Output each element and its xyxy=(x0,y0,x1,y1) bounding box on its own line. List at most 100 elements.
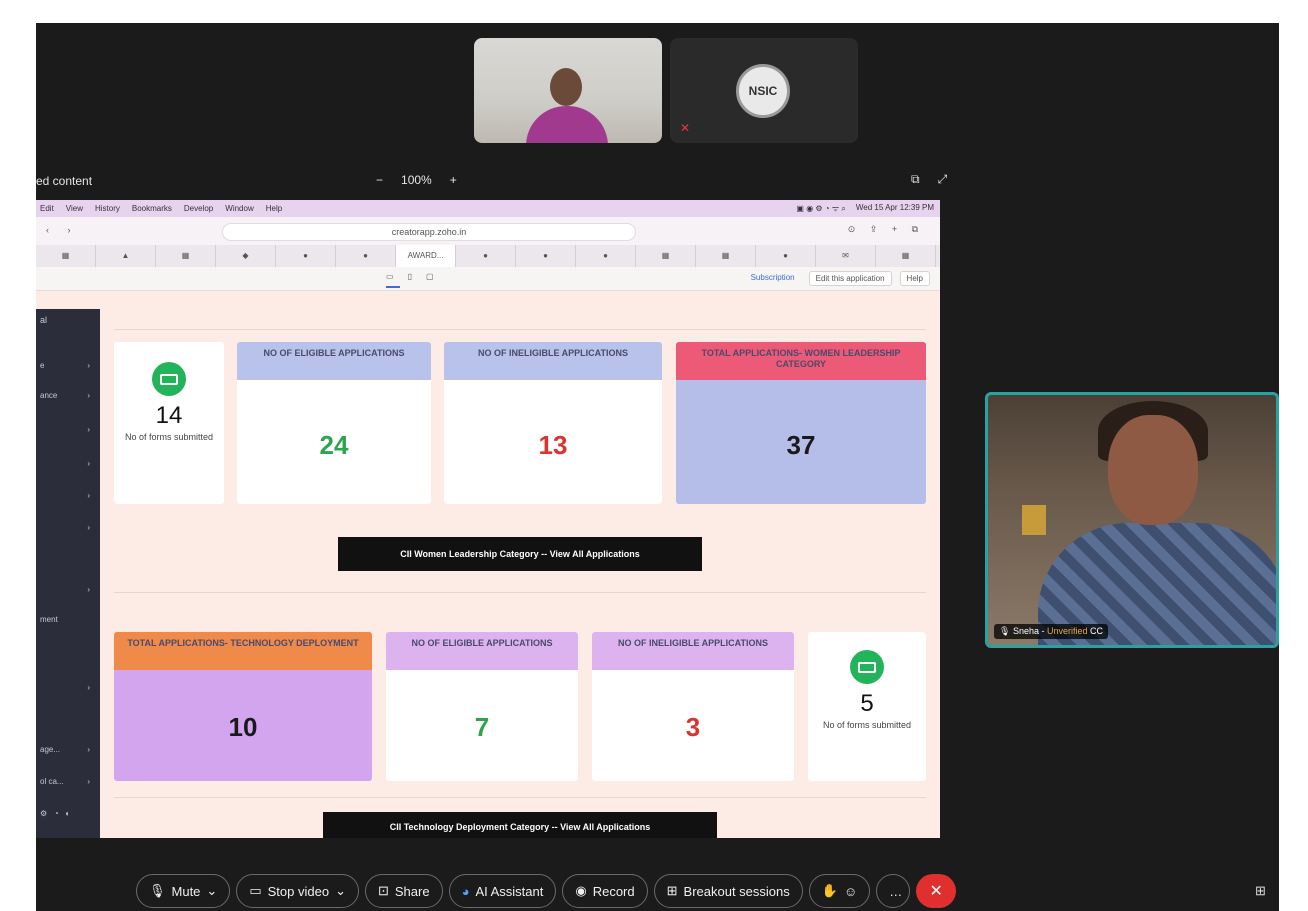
section-divider xyxy=(114,592,926,593)
eligible-applications-value: 24 xyxy=(319,430,349,460)
breakout-label: Breakout sessions xyxy=(683,883,790,899)
record-button[interactable]: ◉ Record xyxy=(562,874,648,908)
sidebar-item[interactable]: ol ca... › xyxy=(36,777,100,797)
browser-tab[interactable]: ● xyxy=(756,245,816,267)
record-label: Record xyxy=(592,883,635,899)
layout-grid-icon[interactable]: ⊞ xyxy=(1255,883,1266,899)
tech-eligible-card: NO OF ELIGIBLE APPLICATIONS 7 xyxy=(386,632,578,781)
share-button[interactable]: ⊡ Share xyxy=(364,874,443,908)
tech-ineligible-title: NO OF INELIGIBLE APPLICATIONS xyxy=(592,632,794,670)
zoom-in-button[interactable]: + xyxy=(450,173,457,187)
menu-develop[interactable]: Develop xyxy=(184,204,213,213)
participant-logo-tile[interactable]: NSIC ✕ xyxy=(670,38,858,143)
menu-window[interactable]: Window xyxy=(225,204,253,213)
mobile-icon[interactable]: ▢ xyxy=(426,272,434,281)
video-camera-icon: ▭ xyxy=(249,883,262,898)
browser-tab[interactable]: ▦ xyxy=(156,245,216,267)
browser-actions-icon[interactable]: ⊙ ⇪ + ⧉ xyxy=(848,224,924,235)
browser-tab-active[interactable]: AWARD... xyxy=(396,245,456,267)
tablet-icon[interactable]: ▯ xyxy=(408,272,412,281)
shared-content-title: ed content xyxy=(36,174,93,188)
chevron-down-icon[interactable]: ⌄ xyxy=(206,883,217,899)
stop-video-button[interactable]: ▭ Stop video ⌄ xyxy=(236,874,359,908)
more-options-button[interactable]: … xyxy=(876,874,911,908)
share-label: Share xyxy=(394,883,430,899)
browser-tab[interactable]: ● xyxy=(276,245,336,267)
sidebar-item[interactable]: ance › xyxy=(36,391,100,411)
speaker-video-tile[interactable]: 🎙 Sneha - Unverified CC xyxy=(985,392,1279,648)
ineligible-applications-value: 13 xyxy=(538,430,568,460)
browser-toolbar: ‹ › creatorapp.zoho.in ⊙ ⇪ + ⧉ xyxy=(36,217,940,245)
sidebar-item[interactable]: ment xyxy=(36,615,100,635)
breakout-grid-icon: ⊞ xyxy=(666,883,678,898)
reactions-button[interactable]: ✋ ☺ xyxy=(808,874,871,908)
help-button[interactable]: Help xyxy=(899,271,930,286)
pop-out-icon[interactable]: ⧉ xyxy=(911,172,920,187)
background-object xyxy=(1022,505,1046,535)
status-icons: ▣ ◉ ⚙ ◔ ᯤ ⌕ xyxy=(796,204,846,213)
chevron-down-icon[interactable]: ⌄ xyxy=(335,883,346,899)
desktop-icon[interactable]: ▭ xyxy=(386,272,394,281)
browser-tab[interactable]: ✉ xyxy=(816,245,876,267)
ticket-icon xyxy=(850,650,884,684)
browser-tab[interactable]: ● xyxy=(516,245,576,267)
browser-tab[interactable]: ● xyxy=(456,245,516,267)
ai-assistant-button[interactable]: ◕ AI Assistant xyxy=(448,874,557,908)
participant-video-tile[interactable] xyxy=(474,38,662,143)
zoom-level: 100% xyxy=(401,173,432,187)
participant-head xyxy=(550,68,582,106)
women-view-all-button[interactable]: CII Women Leadership Category -- View Al… xyxy=(338,537,702,571)
browser-tab[interactable]: ◆ xyxy=(216,245,276,267)
tech-total-card: TOTAL APPLICATIONS- TECHNOLOGY DEPLOYMEN… xyxy=(114,632,372,781)
sidebar-item[interactable]: › xyxy=(36,523,100,543)
menu-history[interactable]: History xyxy=(95,204,120,213)
sidebar-item[interactable]: › xyxy=(36,585,100,605)
browser-tab[interactable]: ▦ xyxy=(636,245,696,267)
app-header: ▭ ▯ ▢ Subscription Edit this application… xyxy=(36,267,940,291)
mic-icon: 🎙 xyxy=(999,626,1011,636)
edit-application-button[interactable]: Edit this application xyxy=(808,271,892,286)
sidebar-item[interactable]: › xyxy=(36,459,100,479)
fullscreen-icon[interactable]: ⤢ xyxy=(938,172,948,187)
tech-eligible-value: 7 xyxy=(474,712,490,742)
menu-view[interactable]: View xyxy=(66,204,83,213)
subscription-link[interactable]: Subscription xyxy=(745,271,801,286)
sidebar-item[interactable]: age... › xyxy=(36,745,100,765)
sidebar-footer-icons[interactable]: ⚙ ◔ ◐ xyxy=(36,809,100,829)
browser-tab[interactable]: ▦ xyxy=(876,245,936,267)
more-icon: … xyxy=(889,883,903,899)
tech-forms-submitted-card: 5 No of forms submitted xyxy=(808,632,926,781)
forms-submitted-card: 14 No of forms submitted xyxy=(114,342,224,504)
address-bar[interactable]: creatorapp.zoho.in xyxy=(222,223,636,241)
speaker-face xyxy=(1108,415,1198,525)
breakout-sessions-button[interactable]: ⊞ Breakout sessions xyxy=(653,874,803,908)
browser-tab[interactable]: ▦ xyxy=(36,245,96,267)
zoom-out-button[interactable]: − xyxy=(376,173,383,187)
mute-button[interactable]: 🎙 Mute ⌄ xyxy=(136,874,231,908)
sidebar-item[interactable]: › xyxy=(36,683,100,703)
ineligible-applications-title: NO OF INELIGIBLE APPLICATIONS xyxy=(444,342,662,380)
menu-bookmarks[interactable]: Bookmarks xyxy=(132,204,172,213)
back-forward-icon[interactable]: ‹ › xyxy=(46,225,79,235)
sidebar-item[interactable]: › xyxy=(36,425,100,445)
menu-help[interactable]: Help xyxy=(266,204,282,213)
eligible-applications-title: NO OF ELIGIBLE APPLICATIONS xyxy=(237,342,431,380)
mac-menu-bar: Edit View History Bookmarks Develop Wind… xyxy=(36,200,940,217)
tech-view-all-button[interactable]: CII Technology Deployment Category -- Vi… xyxy=(323,812,717,838)
sidebar-item[interactable]: › xyxy=(36,491,100,511)
microphone-icon: 🎙 xyxy=(149,883,166,898)
speaker-name: Sneha xyxy=(1012,626,1039,636)
browser-tab[interactable]: ● xyxy=(336,245,396,267)
menu-edit[interactable]: Edit xyxy=(40,204,54,213)
section-divider xyxy=(114,329,926,330)
browser-tab[interactable]: ● xyxy=(576,245,636,267)
share-screen-icon: ⊡ xyxy=(377,883,389,898)
browser-tab[interactable]: ▦ xyxy=(696,245,756,267)
end-meeting-button[interactable]: ✕ xyxy=(916,874,957,908)
shared-content-bar: ed content − 100% + ⧉ ⤢ xyxy=(36,170,966,192)
mute-label: Mute xyxy=(171,883,201,899)
tech-forms-submitted-value: 5 xyxy=(860,690,874,717)
sidebar-item[interactable]: e › xyxy=(36,361,100,381)
browser-tab[interactable]: ▲ xyxy=(96,245,156,267)
zoom-controls: − 100% + xyxy=(376,173,457,187)
